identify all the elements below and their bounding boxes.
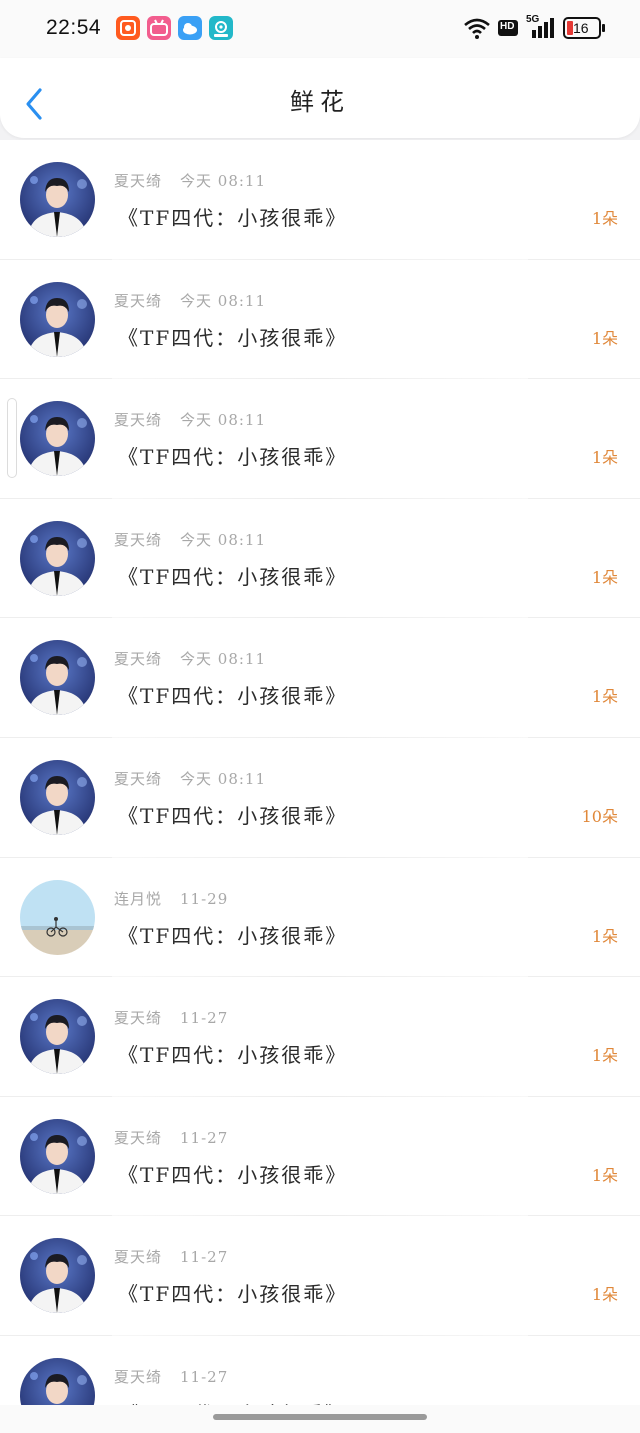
item-text: 《TF四代：小孩很乖》 (118, 445, 348, 470)
list-item[interactable]: 夏天绮 11-27 《TF四代：小孩很乖》 1朵 (0, 1216, 640, 1336)
flower-list[interactable]: 夏天绮 今天 08:11 《TF四代：小孩很乖》 1朵 夏天绮 今天 08:11 《TF四代… (0, 140, 640, 1405)
item-user: 夏天绮 (114, 1128, 163, 1147)
list-item[interactable]: 夏天绮 今天 08:11 《TF四代：小孩很乖》 1朵 (0, 618, 640, 738)
avatar[interactable] (20, 401, 95, 477)
flower-count: 1朵 (591, 209, 618, 228)
item-time: 11-27 (180, 1128, 229, 1147)
list-item[interactable]: 夏天绮 今天 08:11 《TF四代：小孩很乖》 1朵 (0, 498, 640, 619)
item-text: 《TF四代：小孩很乖》 (118, 803, 348, 828)
battery-level: 16 (573, 20, 589, 36)
item-meta: 夏天绮 11-27 (114, 1007, 228, 1028)
item-user: 夏天绮 (114, 1367, 163, 1386)
flower-count: 1朵 (591, 448, 618, 468)
item-text: 《TF四代：小孩很乖》 (118, 923, 348, 948)
item-time: 今天 08:11 (180, 291, 267, 310)
nav-header: 鲜花 (0, 58, 640, 138)
item-text: 《TF四代：小孩很乖》 (118, 684, 348, 709)
item-text: 《TF四代：小孩很乖》 (118, 1282, 348, 1307)
item-meta: 夏天绮 今天 08:11 (114, 290, 266, 311)
flower-count: 1朵 (591, 328, 618, 348)
item-user: 连月悦 (114, 889, 163, 908)
avatar-image (20, 1357, 95, 1405)
item-meta: 夏天绮 今天 08:11 (114, 409, 266, 430)
flower-count: 1朵 (591, 1285, 618, 1305)
status-icons (464, 17, 605, 39)
item-text: 《TF四代：小孩很乖》 (118, 206, 348, 230)
item-meta: 夏天绮 11-27 (114, 1246, 228, 1267)
item-user: 夏天绮 (114, 291, 163, 310)
item-meta: 夏天绮 今天 08:11 (114, 648, 266, 669)
list-item[interactable]: 连月悦 11-29 《TF四代：小孩很乖》 1朵 (0, 857, 640, 978)
list-item[interactable]: 夏天绮 今天 08:11 《TF四代：小孩很乖》 1朵 (0, 140, 640, 260)
page-title: 鲜花 (290, 88, 350, 116)
item-time: 11-27 (180, 1009, 229, 1028)
item-user: 夏天绮 (114, 411, 163, 430)
list-item[interactable]: 夏天绮 11-27 《TF四代：小孩很乖》 1朵 (0, 1096, 640, 1217)
flower-count: 1朵 (591, 1046, 618, 1066)
avatar[interactable] (20, 759, 95, 835)
item-time: 今天 08:11 (180, 769, 267, 788)
flower-count: 1朵 (591, 1165, 618, 1185)
list-item[interactable]: 夏天绮 11-27 《TF四代：小孩很乖》 1朵 (0, 977, 640, 1097)
avatar-image (20, 759, 95, 835)
list-item[interactable]: 夏天绮 今天 08:11 《TF四代：小孩很乖》 1朵 (0, 259, 640, 380)
item-time: 今天 08:11 (180, 411, 267, 430)
item-time: 11-27 (180, 1248, 229, 1267)
item-text: 《TF四代：小孩很乖》 (118, 1162, 348, 1187)
avatar[interactable] (20, 1357, 95, 1405)
avatar[interactable] (20, 879, 95, 955)
list-item[interactable]: 夏天绮 今天 08:11 《TF四代：小孩很乖》 10朵 (0, 737, 640, 858)
hd-label: HD (500, 21, 515, 32)
item-time: 11-29 (180, 889, 229, 908)
avatar-image (20, 879, 95, 955)
avatar-image (20, 640, 95, 716)
network-label: 5G (526, 14, 540, 25)
avatar[interactable] (20, 640, 95, 716)
item-user: 夏天绮 (114, 1009, 163, 1028)
flower-count: 1朵 (591, 567, 618, 587)
item-meta: 连月悦 11-29 (114, 888, 228, 909)
flower-count: 1朵 (591, 926, 618, 946)
item-meta: 夏天绮 今天 08:11 (114, 529, 266, 550)
avatar[interactable] (20, 1238, 95, 1314)
avatar[interactable] (20, 520, 95, 596)
item-user: 夏天绮 (114, 650, 163, 669)
avatar-image (20, 1238, 95, 1314)
list-item[interactable]: 夏天绮 今天 08:11 《TF四代：小孩很乖》 1朵 (0, 379, 640, 499)
scroll-handle[interactable] (7, 398, 17, 478)
item-meta: 夏天绮 11-27 (114, 1127, 228, 1148)
item-user: 夏天绮 (114, 530, 163, 549)
avatar[interactable] (20, 162, 95, 237)
wifi-icon (464, 18, 490, 39)
avatar-image (20, 999, 95, 1075)
item-text: 《TF四代：小孩很乖》 (118, 1398, 347, 1405)
home-indicator[interactable] (213, 1414, 427, 1420)
status-bar: 22:54 HD 5G 16 (0, 0, 640, 58)
item-meta: 夏天绮 11-27 (114, 1366, 228, 1387)
item-user: 夏天绮 (114, 769, 163, 788)
avatar-image (20, 281, 95, 357)
avatar[interactable] (20, 999, 95, 1075)
item-text: 《TF四代：小孩很乖》 (118, 1043, 348, 1068)
avatar-image (20, 1118, 95, 1194)
avatar-image (20, 401, 95, 477)
item-user: 夏天绮 (114, 172, 163, 190)
avatar-image (20, 520, 95, 596)
item-meta: 夏天绮 今天 08:11 (114, 170, 266, 191)
item-meta: 夏天绮 今天 08:11 (114, 768, 266, 789)
avatar[interactable] (20, 1118, 95, 1194)
avatar[interactable] (20, 281, 95, 357)
item-time: 今天 08:11 (180, 172, 267, 190)
flower-count: 1朵 (591, 687, 618, 707)
avatar-image (20, 162, 95, 237)
item-text: 《TF四代：小孩很乖》 (118, 325, 348, 350)
item-user: 夏天绮 (114, 1248, 163, 1267)
item-time: 今天 08:11 (180, 530, 267, 549)
flower-count: 10朵 (581, 806, 618, 826)
list-item[interactable]: 夏天绮11-27《TF四代：小孩很乖》1朵 (0, 1335, 640, 1405)
item-time: 11-27 (180, 1367, 229, 1386)
item-time: 今天 08:11 (180, 650, 267, 669)
item-text: 《TF四代：小孩很乖》 (118, 564, 348, 589)
